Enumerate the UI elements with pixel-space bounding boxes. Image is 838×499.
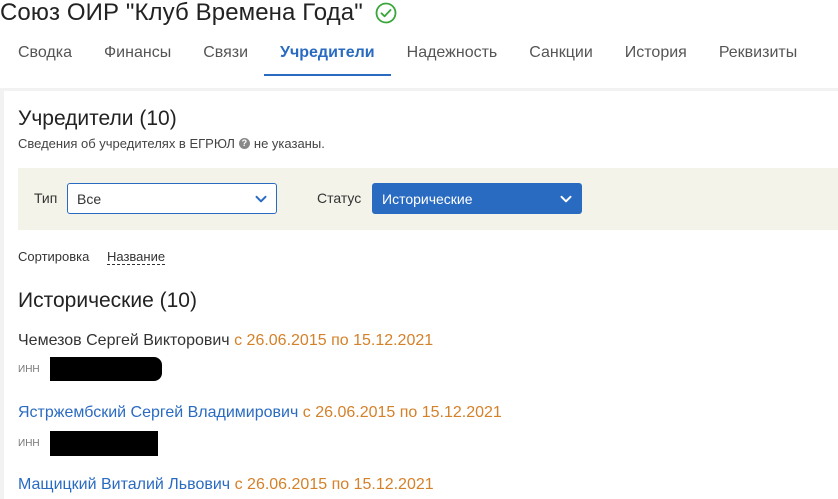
chevron-down-icon — [560, 195, 572, 203]
founder-item: Мащицкий Виталий Львович с 26.06.2015 по… — [18, 476, 434, 494]
founder-dates: с 26.06.2015 по 15.12.2021 — [234, 476, 434, 493]
note-text: Сведения об учредителях в ЕГРЮЛ — [18, 136, 235, 151]
founder-name: Чемезов Сергей Викторович — [18, 332, 230, 349]
type-filter-label: Тип — [34, 190, 58, 206]
group-title: Исторические (10) — [18, 289, 197, 312]
sort-by-name-link[interactable]: Название — [106, 249, 166, 265]
founder-dates: с 26.06.2015 по 15.12.2021 — [234, 332, 434, 349]
status-select-value: Исторические — [382, 190, 473, 207]
redacted-inn — [49, 431, 158, 456]
founder-dates: с 26.06.2015 по 15.12.2021 — [302, 404, 502, 421]
founder-name-link[interactable]: Ястржембский Сергей Владимирович — [18, 404, 298, 421]
redacted-inn — [49, 357, 162, 381]
tab-bar: Сводка Финансы Связи Учредители Надежнос… — [0, 38, 813, 76]
check-circle-icon — [375, 2, 397, 24]
sort-label: Сортировка — [18, 249, 90, 264]
page-title: Союз ОИР "Клуб Времена Года" — [0, 0, 363, 26]
tab-sanctions[interactable]: Санкции — [513, 38, 609, 75]
tab-finances[interactable]: Финансы — [88, 38, 187, 75]
section-note: Сведения об учредителях в ЕГРЮЛ ? не ука… — [18, 136, 325, 151]
tab-summary[interactable]: Сводка — [0, 38, 88, 75]
founder-name-link[interactable]: Мащицкий Виталий Львович — [18, 476, 230, 493]
tab-requisites[interactable]: Реквизиты — [703, 38, 813, 75]
type-select[interactable]: Все — [67, 183, 277, 214]
page: Союз ОИР "Клуб Времена Года" Сводка Фина… — [0, 0, 838, 499]
inn-label: ИНН — [18, 363, 40, 375]
inn-row: ИНН — [18, 357, 162, 381]
filter-bar: Тип Все Статус Исторические — [18, 168, 838, 230]
tab-founders[interactable]: Учредители — [264, 38, 391, 76]
chevron-down-icon — [255, 195, 267, 203]
tab-reliability[interactable]: Надежность — [391, 38, 514, 75]
founders-card: Учредители (10) Сведения об учредителях … — [4, 91, 838, 499]
inn-label: ИНН — [18, 438, 40, 449]
page-header: Союз ОИР "Клуб Времена Года" Сводка Фина… — [0, 0, 838, 88]
question-circle-icon[interactable]: ? — [238, 138, 250, 149]
tab-connections[interactable]: Связи — [187, 38, 264, 75]
status-select[interactable]: Исторические — [372, 183, 582, 214]
note-suffix: не указаны. — [253, 136, 325, 151]
section-title: Учредители (10) — [18, 107, 177, 130]
sort-row: Сортировка Название — [18, 249, 166, 265]
status-filter-label: Статус — [317, 190, 362, 206]
inn-row: ИНН — [18, 431, 158, 456]
title-row: Союз ОИР "Клуб Времена Года" — [0, 0, 397, 28]
type-select-value: Все — [77, 190, 102, 207]
founder-item: Ястржембский Сергей Владимирович с 26.06… — [18, 404, 502, 422]
founder-item: Чемезов Сергей Викторович с 26.06.2015 п… — [18, 332, 433, 350]
tab-history[interactable]: История — [609, 38, 703, 75]
